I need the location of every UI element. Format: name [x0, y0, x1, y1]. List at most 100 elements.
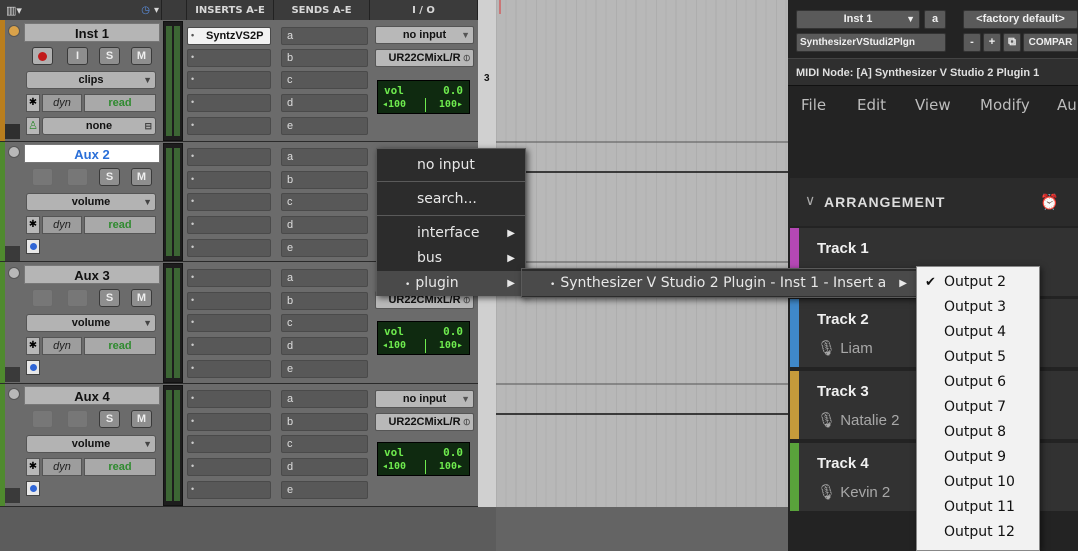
menu-item-no-input[interactable]: no input	[377, 153, 525, 178]
solo-button[interactable]: S	[99, 410, 120, 428]
send-slot-b[interactable]: b	[281, 171, 368, 189]
edit-timeline[interactable]	[496, 0, 788, 507]
mix-view-menu[interactable]: ▥▾ ◷ ▾	[0, 0, 162, 20]
automation-icon[interactable]: ✱	[26, 94, 40, 112]
insert-slot-c[interactable]	[187, 314, 271, 332]
send-slot-c[interactable]: c	[281, 314, 368, 332]
track-folder-icon[interactable]	[5, 488, 20, 503]
insert-slot-a[interactable]	[187, 269, 271, 287]
send-slot-c[interactable]: c	[281, 71, 368, 89]
copy-icon[interactable]: ⧉	[1003, 33, 1021, 52]
menu-item-output-7[interactable]: Output 7	[917, 395, 1039, 420]
insert-slot-b[interactable]	[187, 292, 271, 310]
menu-au[interactable]: Au	[1057, 96, 1077, 114]
automation-icon[interactable]: ✱	[26, 337, 40, 355]
tuning-fork-icon[interactable]: ♙	[26, 117, 40, 135]
mute-button[interactable]: M	[131, 410, 152, 428]
mute-button[interactable]: M	[131, 168, 152, 186]
automation-mode-select[interactable]: read	[84, 216, 156, 234]
mute-button[interactable]: M	[131, 289, 152, 307]
menu-item-search[interactable]: search...	[377, 187, 525, 212]
insert-slot-a[interactable]	[187, 390, 271, 408]
send-slot-a[interactable]: a	[281, 27, 368, 45]
menu-item-output-10[interactable]: Output 10	[917, 470, 1039, 495]
menu-modify[interactable]: Modify	[980, 96, 1030, 114]
menu-item-output-12[interactable]: Output 12	[917, 520, 1039, 545]
pan-left-value[interactable]: ◂100	[382, 99, 406, 110]
menu-item-output-3[interactable]: Output 3	[917, 295, 1039, 320]
pan-left-value[interactable]: ◂100	[382, 340, 406, 351]
send-slot-a[interactable]: a	[281, 269, 368, 287]
solo-button[interactable]: S	[99, 47, 120, 65]
chevron-down-icon[interactable]: ∨	[805, 193, 815, 209]
pan-right-value[interactable]: 100▸	[439, 461, 463, 472]
menu-view[interactable]: View	[915, 96, 951, 114]
clock-icon[interactable]: ◷	[141, 5, 150, 16]
send-slot-e[interactable]: e	[281, 360, 368, 378]
send-slot-b[interactable]: b	[281, 413, 368, 431]
send-slot-e[interactable]: e	[281, 239, 368, 257]
mute-button[interactable]: M	[131, 47, 152, 65]
dyn-button[interactable]: dyn	[42, 458, 82, 476]
insert-slot-d[interactable]	[187, 337, 271, 355]
automation-icon[interactable]: ✱	[26, 216, 40, 234]
track-name[interactable]: Aux 2	[24, 144, 160, 163]
menu-item-output-5[interactable]: Output 5	[917, 345, 1039, 370]
volume-pan-display[interactable]: vol 0.0 ◂100 100▸	[377, 321, 470, 355]
view-selector-icon[interactable]: ▥▾	[6, 4, 22, 17]
vol-value[interactable]: 0.0	[443, 84, 463, 97]
dyn-button[interactable]: dyn	[42, 216, 82, 234]
menu-item-output-6[interactable]: Output 6	[917, 370, 1039, 395]
insert-letter-select[interactable]: a	[924, 10, 946, 29]
chevron-down-icon[interactable]: ▾	[154, 5, 159, 16]
insert-slot-d[interactable]	[187, 94, 271, 112]
send-slot-c[interactable]: c	[281, 435, 368, 453]
send-slot-c[interactable]: c	[281, 193, 368, 211]
menu-item-output-2[interactable]: ✔ Output 2	[917, 270, 1039, 295]
insert-slot-e[interactable]	[187, 360, 271, 378]
output-select[interactable]: UR22CMixL/R ⦶	[375, 49, 474, 67]
menu-item-interface[interactable]: interface ▶	[377, 221, 525, 246]
input-monitor-button[interactable]: I	[67, 47, 88, 65]
sends-header[interactable]: SENDS A-E	[274, 0, 370, 20]
inserts-header[interactable]: INSERTS A-E	[187, 0, 274, 20]
preset-select[interactable]: <factory default>	[963, 10, 1078, 29]
track-name[interactable]: Inst 1	[24, 23, 160, 42]
send-slot-a[interactable]: a	[281, 390, 368, 408]
menu-item-output-4[interactable]: Output 4	[917, 320, 1039, 345]
track-folder-icon[interactable]	[5, 367, 20, 382]
insert-slot-e[interactable]	[187, 239, 271, 257]
menu-edit[interactable]: Edit	[857, 96, 886, 114]
insert-slot-a[interactable]: SyntzVS2P	[187, 27, 271, 45]
io-header[interactable]: I / O	[370, 0, 478, 20]
vol-value[interactable]: 0.0	[443, 446, 463, 459]
send-slot-b[interactable]: b	[281, 49, 368, 67]
insert-slot-c[interactable]	[187, 435, 271, 453]
solo-button[interactable]: S	[99, 289, 120, 307]
insert-slot-c[interactable]	[187, 71, 271, 89]
automation-mode-select[interactable]: read	[84, 94, 156, 112]
insert-slot-c[interactable]	[187, 193, 271, 211]
track-folder-icon[interactable]	[5, 246, 20, 261]
send-slot-d[interactable]: d	[281, 216, 368, 234]
minus-button[interactable]: -	[963, 33, 981, 52]
menu-item-output-8[interactable]: Output 8	[917, 420, 1039, 445]
insert-slot-a[interactable]	[187, 148, 271, 166]
insert-slot-d[interactable]	[187, 458, 271, 476]
track-view-select[interactable]: clips ▼	[26, 71, 156, 89]
track-name[interactable]: Aux 4	[24, 386, 160, 405]
automation-icon[interactable]: ✱	[26, 458, 40, 476]
menu-file[interactable]: File	[801, 96, 826, 114]
send-slot-d[interactable]: d	[281, 458, 368, 476]
pan-right-value[interactable]: 100▸	[439, 340, 463, 351]
track-select[interactable]: Inst 1 ▼	[796, 10, 920, 29]
track-name[interactable]: Aux 3	[24, 265, 160, 284]
volume-pan-display[interactable]: vol 0.0 ◂100 100▸	[377, 442, 470, 476]
insert-slot-b[interactable]	[187, 49, 271, 67]
alarm-icon[interactable]: ⏰	[1040, 193, 1059, 211]
send-slot-a[interactable]: a	[281, 148, 368, 166]
record-dot-icon[interactable]	[26, 239, 40, 254]
dyn-button[interactable]: dyn	[42, 337, 82, 355]
menu-item-synthv-plugin[interactable]: • Synthesizer V Studio 2 Plugin - Inst 1 …	[522, 271, 917, 296]
vol-value[interactable]: 0.0	[443, 325, 463, 338]
